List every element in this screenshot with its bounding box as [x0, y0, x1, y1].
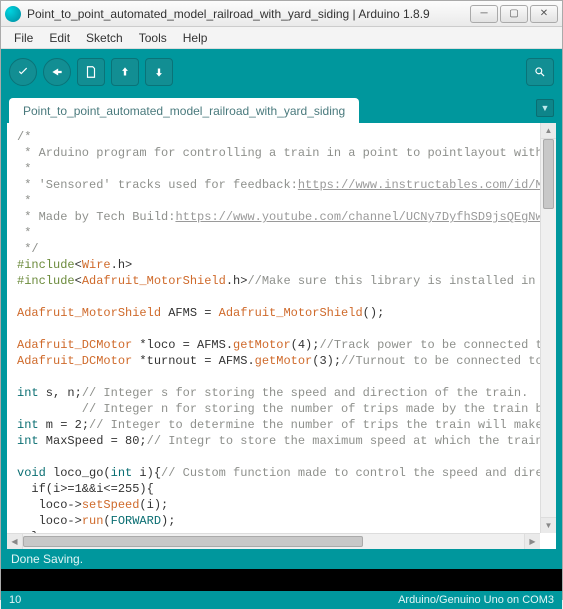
- maximize-button[interactable]: ▢: [500, 5, 528, 23]
- vertical-scroll-thumb[interactable]: [543, 139, 554, 209]
- arduino-icon: [5, 6, 21, 22]
- toolbar: [1, 49, 562, 95]
- footer-bar: 10 Arduino/Genuino Uno on COM3: [1, 591, 562, 609]
- tab-sketch[interactable]: Point_to_point_automated_model_railroad_…: [9, 98, 359, 124]
- menubar: File Edit Sketch Tools Help: [1, 27, 562, 49]
- titlebar: Point_to_point_automated_model_railroad_…: [1, 1, 562, 27]
- console-output[interactable]: [1, 569, 562, 591]
- scroll-down-icon[interactable]: ▼: [541, 517, 556, 533]
- open-button[interactable]: [111, 58, 139, 86]
- status-message: Done Saving.: [11, 552, 83, 566]
- serial-monitor-button[interactable]: [526, 58, 554, 86]
- minimize-button[interactable]: ─: [470, 5, 498, 23]
- tab-menu-button[interactable]: ▼: [536, 99, 554, 117]
- save-button[interactable]: [145, 58, 173, 86]
- menu-help[interactable]: Help: [176, 29, 215, 47]
- scroll-up-icon[interactable]: ▲: [541, 123, 556, 139]
- menu-file[interactable]: File: [7, 29, 40, 47]
- menu-tools[interactable]: Tools: [132, 29, 174, 47]
- vertical-scrollbar[interactable]: ▲ ▼: [540, 123, 556, 533]
- window-controls: ─ ▢ ✕: [470, 5, 558, 23]
- status-bar: Done Saving.: [1, 549, 562, 569]
- editor-area: /* * Arduino program for controlling a t…: [1, 123, 562, 549]
- new-button[interactable]: [77, 58, 105, 86]
- horizontal-scrollbar[interactable]: ◀ ▶: [7, 533, 540, 549]
- code-editor[interactable]: /* * Arduino program for controlling a t…: [7, 123, 556, 549]
- close-button[interactable]: ✕: [530, 5, 558, 23]
- menu-edit[interactable]: Edit: [42, 29, 77, 47]
- scroll-right-icon[interactable]: ▶: [524, 534, 540, 549]
- tabstrip: Point_to_point_automated_model_railroad_…: [1, 95, 562, 123]
- upload-button[interactable]: [43, 58, 71, 86]
- line-number: 10: [9, 594, 21, 606]
- verify-button[interactable]: [9, 58, 37, 86]
- board-info: Arduino/Genuino Uno on COM3: [398, 594, 554, 606]
- menu-sketch[interactable]: Sketch: [79, 29, 130, 47]
- window-title: Point_to_point_automated_model_railroad_…: [27, 7, 470, 21]
- scroll-left-icon[interactable]: ◀: [7, 534, 23, 549]
- horizontal-scroll-thumb[interactable]: [23, 536, 363, 547]
